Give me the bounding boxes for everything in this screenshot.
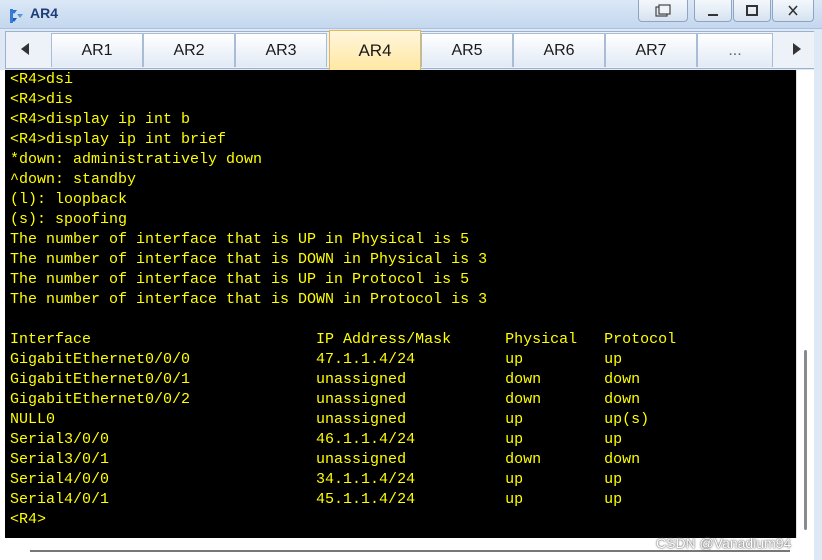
tab-ar1[interactable]: AR1 [51,33,143,67]
tab-ar3[interactable]: AR3 [235,33,327,67]
terminal-line: GigabitEthernet0/0/1 unassigned down dow… [10,371,641,388]
vertical-scrollbar[interactable] [796,70,814,538]
terminal-line: GigabitEthernet0/0/2 unassigned down dow… [10,391,641,408]
terminal-line: The number of interface that is DOWN in … [10,291,488,308]
maximize-button[interactable] [733,0,771,22]
terminal-console[interactable]: <R4>dsi <R4>dis <R4>display ip int b <R4… [5,70,796,538]
router-app-icon [10,9,23,23]
tab-ar4[interactable]: AR4 [329,30,421,70]
terminal-line: The number of interface that is UP in Ph… [10,231,470,248]
restore-icon [655,4,671,17]
terminal-line: Serial4/0/0 34.1.1.4/24 up up [10,471,623,488]
terminal-line: <R4>dsi [10,71,74,88]
maximize-icon [746,5,758,16]
terminal-line: Serial4/0/1 45.1.1.4/24 up up [10,491,623,508]
window-title: AR4 [30,5,59,21]
restore-button[interactable] [638,0,688,22]
title-bar: AR4 [0,0,822,29]
terminal-line: GigabitEthernet0/0/0 47.1.1.4/24 up up [10,351,623,368]
scroll-tabs-right-button[interactable] [782,31,812,67]
terminal-line: (s): spoofing [10,211,128,228]
terminal-line: The number of interface that is DOWN in … [10,251,488,268]
terminal-line: *down: administratively down [10,151,263,168]
tab-more[interactable]: ... [697,33,773,67]
scroll-tabs-left-button[interactable] [10,31,40,67]
window-border [814,29,822,560]
terminal-line: NULL0 unassigned up up(s) [10,411,650,428]
terminal-line: Serial3/0/0 46.1.1.4/24 up up [10,431,623,448]
close-icon [788,5,798,16]
vertical-scroll-thumb[interactable] [804,350,807,530]
terminal-line: The number of interface that is UP in Pr… [10,271,470,288]
tab-ar5[interactable]: AR5 [421,33,513,67]
triangle-left-icon [21,43,29,55]
terminal-line: <R4>dis [10,91,74,108]
terminal-line: (l): loopback [10,191,128,208]
watermark: CSDN @Vanadium94 [656,535,792,551]
terminal-line: Serial3/0/1 unassigned down down [10,451,641,468]
terminal-line: Interface IP Address/Mask Physical Proto… [10,331,677,348]
terminal-prompt: <R4> [10,511,47,528]
triangle-right-icon [793,43,801,55]
tab-ar7[interactable]: AR7 [605,33,697,67]
tab-ar2[interactable]: AR2 [143,33,235,67]
minimize-button[interactable] [694,0,732,22]
minimize-icon [708,14,718,16]
terminal-line: ^down: standby [10,171,137,188]
tab-ar6[interactable]: AR6 [513,33,605,67]
terminal-line: <R4>display ip int brief [10,131,227,148]
terminal-output: <R4>dsi <R4>dis <R4>display ip int b <R4… [10,70,676,530]
close-button[interactable] [772,0,814,22]
terminal-line: <R4>display ip int b [10,111,191,128]
